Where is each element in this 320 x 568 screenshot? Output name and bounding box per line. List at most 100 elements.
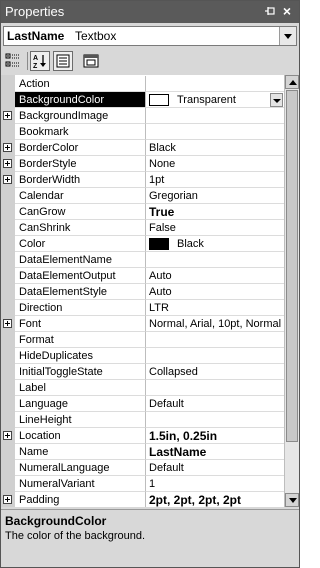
- property-row[interactable]: Language Default: [1, 396, 284, 412]
- property-value[interactable]: [146, 76, 284, 92]
- property-value[interactable]: [146, 108, 284, 124]
- expand-plus-icon[interactable]: [3, 319, 12, 328]
- property-row[interactable]: Label: [1, 380, 284, 396]
- property-pages-button[interactable]: [53, 51, 73, 71]
- property-value[interactable]: Normal, Arial, 10pt, Normal: [146, 316, 284, 332]
- property-value[interactable]: [146, 380, 284, 396]
- property-row[interactable]: DataElementName: [1, 252, 284, 268]
- property-name[interactable]: CanShrink: [15, 220, 146, 236]
- property-name[interactable]: Label: [15, 380, 146, 396]
- property-name[interactable]: BorderWidth: [15, 172, 146, 188]
- property-row[interactable]: Action: [1, 76, 284, 92]
- property-name[interactable]: BackgroundImage: [15, 108, 146, 124]
- property-name[interactable]: Bookmark: [15, 124, 146, 140]
- property-name[interactable]: DataElementStyle: [15, 284, 146, 300]
- property-name[interactable]: BorderColor: [15, 140, 146, 156]
- property-value[interactable]: [146, 252, 284, 268]
- property-row[interactable]: LineHeight: [1, 412, 284, 428]
- property-value[interactable]: 1pt: [146, 172, 284, 188]
- property-row[interactable]: CanGrow True: [1, 204, 284, 220]
- property-value[interactable]: Gregorian: [146, 188, 284, 204]
- categorized-button[interactable]: [4, 51, 24, 71]
- property-row[interactable]: DataElementStyle Auto: [1, 284, 284, 300]
- property-row[interactable]: BorderColor Black: [1, 140, 284, 156]
- pin-icon[interactable]: [263, 5, 277, 19]
- property-name[interactable]: LineHeight: [15, 412, 146, 428]
- property-name[interactable]: InitialToggleState: [15, 364, 146, 380]
- property-row[interactable]: Direction LTR: [1, 300, 284, 316]
- property-value[interactable]: [146, 332, 284, 348]
- property-value[interactable]: True: [146, 204, 284, 220]
- property-row[interactable]: Color Black: [1, 236, 284, 252]
- value-dropdown-button[interactable]: [270, 93, 283, 107]
- property-value[interactable]: Collapsed: [146, 364, 284, 380]
- property-value[interactable]: Transparent: [146, 92, 284, 108]
- property-row[interactable]: BackgroundImage: [1, 108, 284, 124]
- property-value[interactable]: Black: [146, 236, 284, 252]
- property-name[interactable]: Name: [15, 444, 146, 460]
- property-row[interactable]: Location 1.5in, 0.25in: [1, 428, 284, 444]
- property-name[interactable]: BorderStyle: [15, 156, 146, 172]
- property-value[interactable]: Auto: [146, 284, 284, 300]
- property-name[interactable]: NumeralVariant: [15, 476, 146, 492]
- property-name[interactable]: Direction: [15, 300, 146, 316]
- expand-plus-icon[interactable]: [3, 431, 12, 440]
- property-value[interactable]: 1.5in, 0.25in: [146, 428, 284, 444]
- expand-plus-icon[interactable]: [3, 143, 12, 152]
- expand-plus-icon[interactable]: [3, 111, 12, 120]
- close-icon[interactable]: ×: [280, 4, 294, 18]
- property-name[interactable]: Action: [15, 76, 146, 92]
- property-value[interactable]: [146, 348, 284, 364]
- property-row[interactable]: HideDuplicates: [1, 348, 284, 364]
- object-selector-dropdown[interactable]: LastName Textbox: [3, 26, 297, 46]
- scroll-down-button[interactable]: [285, 493, 299, 507]
- property-value[interactable]: Default: [146, 396, 284, 412]
- scroll-up-button[interactable]: [285, 75, 299, 89]
- property-name[interactable]: Format: [15, 332, 146, 348]
- scrollbar-thumb[interactable]: [286, 90, 298, 442]
- property-name[interactable]: Language: [15, 396, 146, 412]
- property-name[interactable]: Font: [15, 316, 146, 332]
- expand-plus-icon[interactable]: [3, 159, 12, 168]
- property-name[interactable]: DataElementName: [15, 252, 146, 268]
- property-row[interactable]: DataElementOutput Auto: [1, 268, 284, 284]
- property-row[interactable]: NumeralLanguage Default: [1, 460, 284, 476]
- property-value[interactable]: LTR: [146, 300, 284, 316]
- property-value[interactable]: 1: [146, 476, 284, 492]
- property-name[interactable]: Padding: [15, 492, 146, 507]
- property-row[interactable]: InitialToggleState Collapsed: [1, 364, 284, 380]
- expand-plus-icon[interactable]: [3, 175, 12, 184]
- events-button[interactable]: [81, 51, 101, 71]
- property-value[interactable]: Default: [146, 460, 284, 476]
- property-value[interactable]: 2pt, 2pt, 2pt, 2pt: [146, 492, 284, 507]
- property-value[interactable]: None: [146, 156, 284, 172]
- property-row[interactable]: BackgroundColor Transparent: [1, 92, 284, 108]
- property-name[interactable]: Calendar: [15, 188, 146, 204]
- property-value[interactable]: False: [146, 220, 284, 236]
- property-value[interactable]: Auto: [146, 268, 284, 284]
- property-name[interactable]: HideDuplicates: [15, 348, 146, 364]
- property-name[interactable]: NumeralLanguage: [15, 460, 146, 476]
- vertical-scrollbar[interactable]: [284, 75, 299, 507]
- property-name[interactable]: BackgroundColor: [15, 92, 146, 108]
- property-row[interactable]: Padding 2pt, 2pt, 2pt, 2pt: [1, 492, 284, 507]
- property-value[interactable]: Black: [146, 140, 284, 156]
- property-name[interactable]: DataElementOutput: [15, 268, 146, 284]
- property-value[interactable]: LastName: [146, 444, 284, 460]
- property-row[interactable]: Name LastName: [1, 444, 284, 460]
- object-selector-arrow[interactable]: [279, 27, 296, 45]
- property-value[interactable]: [146, 412, 284, 428]
- property-row[interactable]: Font Normal, Arial, 10pt, Normal: [1, 316, 284, 332]
- alphabetical-button[interactable]: A Z: [30, 51, 50, 71]
- property-value[interactable]: [146, 124, 284, 140]
- property-name[interactable]: Location: [15, 428, 146, 444]
- property-row[interactable]: NumeralVariant 1: [1, 476, 284, 492]
- property-row[interactable]: Bookmark: [1, 124, 284, 140]
- property-name[interactable]: CanGrow: [15, 204, 146, 220]
- property-row[interactable]: BorderWidth 1pt: [1, 172, 284, 188]
- property-name[interactable]: Color: [15, 236, 146, 252]
- property-row[interactable]: BorderStyle None: [1, 156, 284, 172]
- expand-plus-icon[interactable]: [3, 495, 12, 504]
- property-row[interactable]: Format: [1, 332, 284, 348]
- property-row[interactable]: Calendar Gregorian: [1, 188, 284, 204]
